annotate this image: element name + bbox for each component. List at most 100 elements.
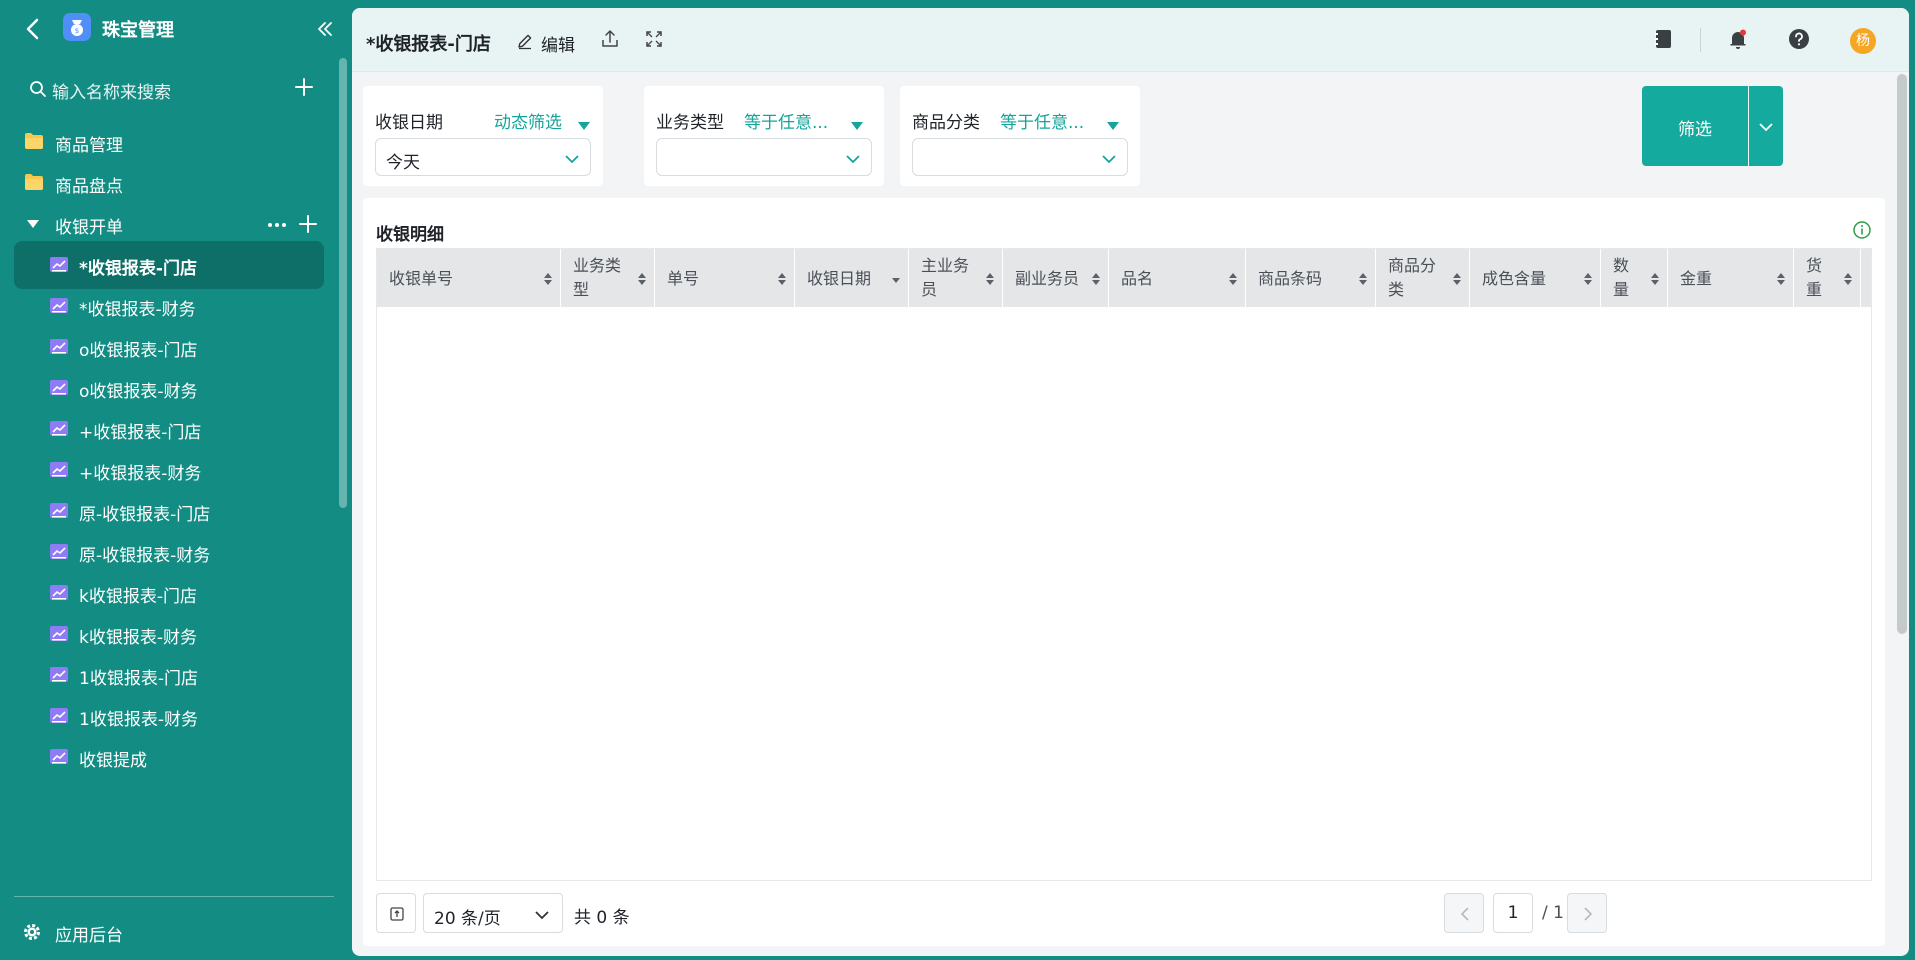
column-header[interactable]: 金重 — [1668, 249, 1794, 307]
business-type-select[interactable] — [656, 138, 872, 176]
add-icon[interactable] — [291, 74, 317, 100]
date-select[interactable]: 今天 — [375, 138, 591, 176]
column-header[interactable]: 商品条码 — [1246, 249, 1376, 307]
sort-icon[interactable] — [637, 271, 647, 285]
sort-icon[interactable] — [543, 271, 553, 285]
filter-label: 收银日期 — [375, 113, 443, 133]
avatar[interactable]: 杨 — [1850, 28, 1876, 54]
page-size-select[interactable]: 20 条/页 — [423, 893, 563, 933]
column-header[interactable]: 主业务员 — [909, 249, 1003, 307]
column-header[interactable]: 单号 — [655, 249, 795, 307]
chart-icon — [49, 255, 69, 275]
sidebar-item-label: 商品管理 — [55, 136, 123, 156]
sidebar-item-label: o收银报表-门店 — [79, 341, 198, 361]
sort-icon[interactable] — [1091, 271, 1101, 285]
sidebar-item-report[interactable]: 收银提成 — [14, 733, 324, 781]
filter-button[interactable]: 筛选 — [1642, 86, 1748, 166]
collapse-sidebar-icon[interactable] — [313, 17, 337, 41]
chevron-right-icon — [1581, 906, 1595, 922]
column-title: 金重 — [1680, 269, 1713, 288]
sort-icon[interactable] — [1843, 271, 1853, 285]
column-header[interactable]: 收银单号 — [377, 249, 561, 307]
column-title: 副业务员 — [1015, 269, 1080, 288]
sidebar-item-label: +收银报表-财务 — [79, 464, 202, 484]
app-name: 珠宝管理 — [102, 20, 174, 41]
column-title: 收银日期 — [807, 269, 872, 288]
bell-icon[interactable] — [1727, 28, 1749, 50]
detail-panel: 收银明细 收银单号 业务类型 单号 收银日期 主业务员 副业务员 品名 商品条码… — [363, 198, 1885, 946]
page-jump-button[interactable] — [376, 893, 416, 933]
sort-icon[interactable] — [985, 271, 995, 285]
share-icon[interactable] — [600, 29, 620, 49]
sidebar-item-label: 1收银报表-门店 — [79, 669, 198, 689]
category-select[interactable] — [912, 138, 1128, 176]
filter-card-category: 商品分类 等于任意... — [900, 86, 1140, 186]
gear-icon — [22, 922, 42, 942]
current-page-input[interactable]: 1 — [1493, 893, 1533, 933]
table-body — [377, 307, 1871, 880]
sort-desc-icon[interactable] — [891, 271, 901, 285]
filter-options-dropdown[interactable] — [1749, 86, 1783, 166]
sidebar-item-label: 商品盘点 — [55, 177, 123, 197]
search-icon — [28, 79, 48, 99]
help-icon[interactable] — [1788, 28, 1810, 50]
app-backend-link[interactable]: 应用后台 — [22, 918, 322, 948]
sidebar-search[interactable]: 输入名称来搜索 — [26, 74, 326, 104]
chevron-down-icon — [1101, 151, 1117, 165]
column-title: 主业务员 — [921, 256, 970, 299]
chart-icon — [49, 542, 69, 562]
back-arrow-icon[interactable] — [18, 14, 48, 44]
filter-mode-dropdown[interactable]: 动态筛选 — [494, 108, 562, 133]
column-header[interactable]: 收银日期 — [795, 249, 909, 307]
caret-down-icon[interactable] — [25, 216, 41, 232]
chart-icon — [49, 706, 69, 726]
filter-mode-dropdown[interactable]: 等于任意... — [1000, 108, 1084, 133]
caret-down-icon[interactable] — [577, 116, 591, 130]
sort-icon[interactable] — [1583, 271, 1593, 285]
column-title: 商品条码 — [1258, 269, 1323, 288]
sort-icon[interactable] — [1228, 271, 1238, 285]
column-header[interactable]: 数量 — [1601, 249, 1668, 307]
sort-icon[interactable] — [1358, 271, 1368, 285]
column-header[interactable]: 货重 — [1794, 249, 1861, 307]
chart-icon — [49, 747, 69, 767]
main-scrollbar[interactable] — [1897, 74, 1907, 634]
sidebar-scrollbar[interactable] — [339, 58, 347, 508]
book-icon[interactable] — [1652, 28, 1674, 50]
caret-down-icon[interactable] — [1106, 116, 1120, 130]
sort-icon[interactable] — [1776, 271, 1786, 285]
chart-icon — [49, 337, 69, 357]
sidebar-header: $ 珠宝管理 — [0, 0, 350, 58]
chart-icon — [49, 419, 69, 439]
sidebar-item-label: +收银报表-门店 — [79, 423, 202, 443]
chart-icon — [49, 501, 69, 521]
chart-icon — [49, 296, 69, 316]
column-header[interactable]: 商品分类 — [1376, 249, 1470, 307]
sort-icon[interactable] — [777, 271, 787, 285]
data-table: 收银单号 业务类型 单号 收银日期 主业务员 副业务员 品名 商品条码 商品分类… — [376, 248, 1872, 881]
next-page-button[interactable] — [1567, 893, 1607, 933]
sidebar-item-label: 1收银报表-财务 — [79, 710, 198, 730]
sidebar-item-label: 原-收银报表-门店 — [79, 505, 211, 525]
fullscreen-icon[interactable] — [644, 29, 664, 49]
search-input[interactable]: 输入名称来搜索 — [52, 78, 171, 103]
add-item-icon[interactable] — [295, 211, 321, 237]
column-title: 商品分类 — [1388, 256, 1437, 299]
chart-icon — [49, 460, 69, 480]
prev-page-button[interactable] — [1444, 893, 1484, 933]
column-title: 单号 — [667, 269, 700, 288]
more-icon[interactable] — [265, 213, 289, 237]
column-header[interactable]: 成色含量 — [1470, 249, 1601, 307]
filter-mode-dropdown[interactable]: 等于任意... — [744, 108, 828, 133]
sidebar-item-label: 收银提成 — [79, 751, 147, 771]
toolbar-separator — [1700, 28, 1701, 52]
sort-icon[interactable] — [1452, 271, 1462, 285]
column-header[interactable]: 业务类型 — [561, 249, 655, 307]
column-header[interactable]: 副业务员 — [1003, 249, 1109, 307]
info-icon[interactable] — [1852, 220, 1872, 240]
divider — [14, 896, 334, 897]
caret-down-icon[interactable] — [850, 116, 864, 130]
column-header[interactable]: 品名 — [1109, 249, 1246, 307]
sort-icon[interactable] — [1650, 271, 1660, 285]
chevron-down-icon — [534, 907, 550, 921]
